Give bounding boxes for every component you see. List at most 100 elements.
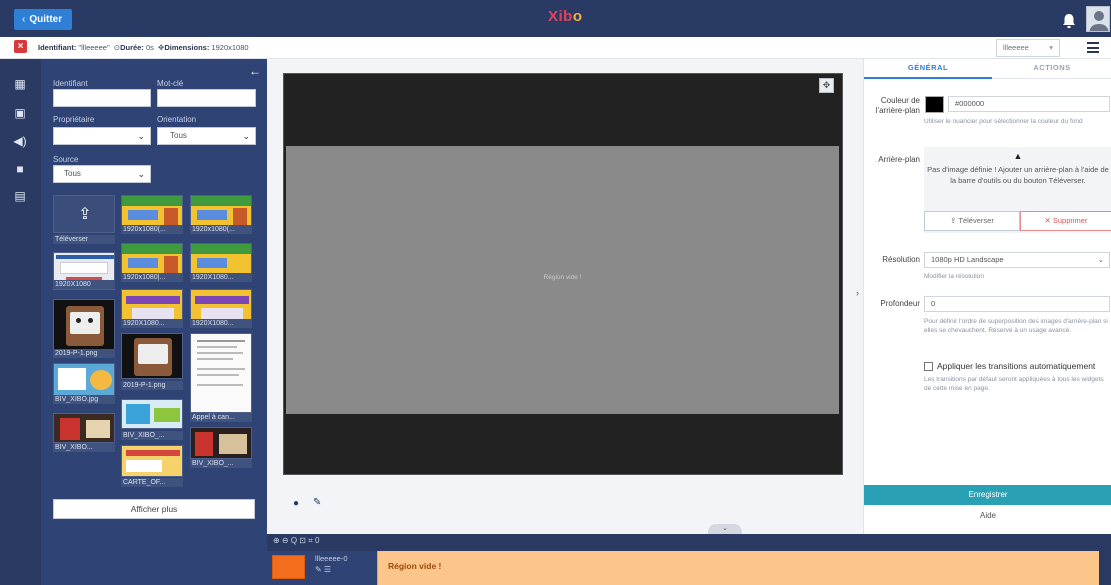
image-icon[interactable]: ▣ (12, 106, 28, 120)
media-thumb-label: BIV_XIBO_... (121, 431, 183, 440)
timeline: ⊕ ⊖ Q ⊡ ⌗ 0 llleeeee-0 ✎ ☰ Région vide ! (267, 534, 1111, 585)
menu-icon[interactable] (1087, 42, 1099, 53)
timeline-region-header[interactable]: llleeeee-0 ✎ ☰ (267, 551, 377, 585)
arrow-left-icon[interactable]: ← (249, 64, 261, 78)
media-thumb[interactable] (53, 299, 115, 351)
layout-info: Identifiant: "llleeeee" ⊙Durée: 0s ✥Dime… (38, 43, 249, 52)
upload-tile[interactable]: ⇪ (53, 195, 115, 233)
region-color-swatch (272, 555, 305, 579)
media-thumb[interactable] (121, 333, 183, 379)
chevron-down-icon: ⌄ (242, 131, 250, 141)
chevron-left-icon: ‹ (22, 14, 26, 25)
layout-select[interactable]: llleeeee ▾ (996, 39, 1060, 57)
media-thumb[interactable] (53, 363, 115, 397)
quit-label: Quitter (29, 14, 63, 25)
audio-icon[interactable]: ◀) (12, 134, 28, 148)
resolution-label: Résolution (882, 255, 920, 264)
chevron-down-icon: ▾ (1049, 43, 1053, 52)
xibo-logo[interactable]: Xibo (548, 8, 583, 25)
user-avatar[interactable] (1086, 6, 1110, 32)
close-icon: ✕ (1044, 216, 1053, 225)
resolution-select[interactable]: 1080p HD Landscape ⌄ (924, 252, 1110, 268)
save-button[interactable]: Enregistrer (864, 485, 1111, 505)
tab-general[interactable]: GÉNÉRAL (864, 59, 992, 79)
layout-viewer-area: ✥ Région vide ! ● ✎ ⌄ (267, 59, 863, 534)
identifier-label: Identifiant (53, 79, 88, 88)
layout-select-value: llleeeee (1003, 43, 1029, 52)
source-label: Source (53, 155, 79, 164)
timeline-zoom-tools[interactable]: ⊕ ⊖ Q ⊡ ⌗ 0 (273, 536, 319, 546)
media-thumb-label: 1920X1080... (121, 319, 183, 328)
media-thumb-label: BIV_XIBO.jpg (53, 395, 115, 404)
auto-transitions-label[interactable]: Appliquer les transitions automatiquemen… (937, 361, 1095, 371)
source-value: Tous (64, 169, 81, 178)
collapse-timeline-icon[interactable]: ⌄ (708, 524, 742, 534)
bgimage-label: Arrière-plan (878, 155, 920, 164)
widgets-icon[interactable]: ▦ (12, 77, 28, 91)
owner-label: Propriétaire (53, 115, 95, 124)
edit-icon[interactable]: ✎ (313, 497, 321, 508)
delete-button[interactable]: ✕ Supprimer (1020, 211, 1111, 231)
color-picker-swatch[interactable] (925, 96, 944, 113)
region-empty-text: Région vide ! (543, 274, 582, 281)
toolbox-tabs: ▦ ▣ ◀) ■ ▤ (0, 59, 41, 585)
show-more-button[interactable]: Afficher plus (53, 499, 255, 519)
duration-value: 0s (145, 43, 154, 52)
bgcolor-input[interactable]: #000000 (948, 96, 1110, 112)
warning-icon: ▲ (1013, 151, 1023, 161)
identifier-input[interactable] (53, 89, 151, 107)
timeline-side-tab[interactable] (1099, 534, 1111, 585)
media-thumb-label: 1920X1080... (190, 273, 252, 282)
layout-info-bar: × Identifiant: "llleeeee" ⊙Durée: 0s ✥Di… (0, 37, 1111, 59)
layout-preview[interactable]: ✥ Région vide ! (283, 73, 843, 475)
orientation-label: Orientation (157, 115, 197, 124)
media-thumb-label: 1920x1080(... (190, 225, 252, 234)
close-layout-icon[interactable]: × (14, 40, 27, 53)
region-placeholder[interactable]: Région vide ! (286, 146, 839, 414)
delete-button-label: Supprimer (1052, 216, 1088, 225)
archive-icon[interactable]: ▤ (12, 189, 28, 203)
timeline-track[interactable]: Région vide ! (377, 551, 1111, 585)
dimensions-label: Dimensions: (164, 43, 210, 52)
dimensions-value: 1920x1080 (211, 43, 249, 52)
upload-button-label: Téléverser (958, 216, 994, 225)
orientation-select[interactable]: Tous ⌄ (157, 127, 256, 145)
keyword-label: Mot-clé (157, 79, 184, 88)
toolbox-panel: ← Identifiant Mot-clé Propriétaire Orien… (41, 59, 267, 585)
bell-icon[interactable] (1062, 13, 1076, 29)
upload-icon: ⇪ (78, 206, 92, 223)
track-empty-text: Région vide ! (388, 561, 442, 571)
chevron-down-icon: ⌄ (1097, 255, 1104, 264)
quit-button[interactable]: ‹ Quitter (14, 9, 72, 30)
upload-button[interactable]: ⇪ Téléverser (924, 211, 1020, 231)
chevron-right-icon[interactable]: › (856, 288, 859, 298)
media-thumb-label: 2019-P-1.png (53, 349, 115, 358)
video-icon[interactable]: ■ (12, 162, 28, 176)
media-thumb[interactable] (190, 333, 252, 413)
media-thumb[interactable] (121, 399, 183, 429)
help-button[interactable]: Aide (864, 511, 1111, 527)
media-thumb-label: CARTE_OF... (121, 478, 183, 487)
media-thumb-label: 1920x1080|... (121, 273, 183, 282)
owner-select[interactable]: ⌄ (53, 127, 151, 145)
depth-input[interactable]: 0 (924, 296, 1110, 312)
tab-actions[interactable]: ACTIONS (992, 59, 1111, 79)
id-label: Identifiant: (38, 43, 77, 52)
logo-text: Xib (548, 8, 573, 25)
media-thumb[interactable] (121, 445, 183, 477)
region-edit-icon[interactable]: ✎ ☰ (315, 565, 331, 574)
move-icon[interactable]: ✥ (819, 78, 834, 93)
upload-tile-label: Téléverser (53, 235, 115, 244)
bgcolor-help: Utiliser le nuancier pour sélectionner l… (924, 118, 1083, 125)
auto-transitions-help: Les transitions par défaut seront appliq… (924, 376, 1104, 392)
keyword-input[interactable] (157, 89, 256, 107)
auto-transitions-checkbox[interactable] (924, 362, 933, 371)
region-name: llleeeee-0 (315, 554, 348, 563)
depth-help: Pour définir l'ordre de superposition de… (924, 318, 1108, 334)
resolution-help: Modifier la résolution (924, 273, 984, 280)
source-select[interactable]: Tous ⌄ (53, 165, 151, 183)
media-thumb[interactable] (190, 427, 252, 459)
media-thumb-label: BIV_XIBO... (53, 443, 115, 452)
play-icon[interactable]: ● (293, 498, 299, 509)
media-thumb[interactable] (53, 413, 115, 443)
